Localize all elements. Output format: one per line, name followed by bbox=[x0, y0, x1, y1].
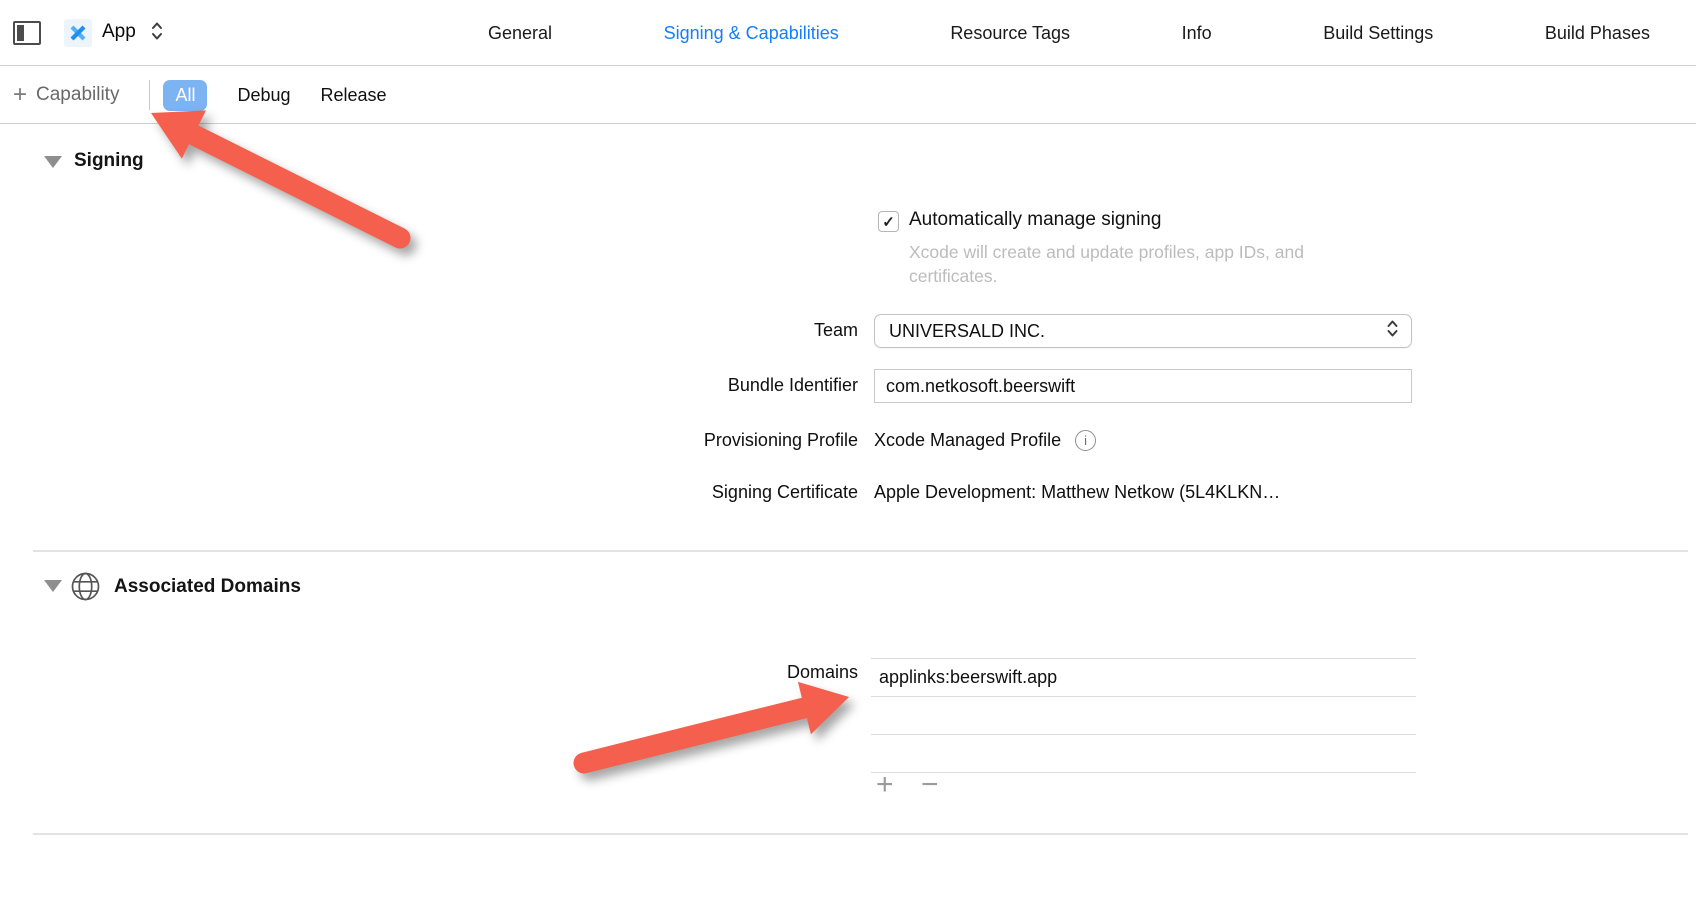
target-selector-chevrons-icon[interactable] bbox=[150, 20, 164, 47]
associated-domains-disclosure-triangle-icon[interactable] bbox=[44, 580, 62, 592]
info-icon[interactable]: i bbox=[1075, 430, 1096, 451]
team-dropdown[interactable]: UNIVERSALD INC. bbox=[874, 314, 1412, 348]
checkmark-icon: ✓ bbox=[882, 213, 895, 231]
project-editor-tabs: General Signing & Capabilities Resource … bbox=[440, 0, 1696, 66]
target-selector-label[interactable]: App bbox=[102, 21, 136, 43]
auto-manage-signing-checkbox[interactable]: ✓ bbox=[878, 211, 899, 232]
bundle-identifier-label: Bundle Identifier bbox=[728, 375, 858, 396]
toolbar: App General Signing & Capabilities Resou… bbox=[0, 0, 1696, 66]
provisioning-profile-value: Xcode Managed Profile bbox=[874, 430, 1061, 451]
signing-disclosure-triangle-icon[interactable] bbox=[44, 156, 62, 168]
team-dropdown-value: UNIVERSALD INC. bbox=[889, 321, 1386, 342]
add-domain-button[interactable]: + bbox=[876, 770, 894, 800]
provisioning-profile-label: Provisioning Profile bbox=[704, 430, 858, 451]
dropdown-chevrons-icon bbox=[1386, 318, 1399, 344]
auto-manage-signing-label[interactable]: Automatically manage signing bbox=[909, 209, 1161, 231]
domain-row[interactable]: applinks:beerswift.app bbox=[871, 659, 1416, 697]
tab-build-phases[interactable]: Build Phases bbox=[1545, 23, 1650, 44]
domains-table: applinks:beerswift.app bbox=[871, 658, 1416, 773]
globe-icon bbox=[70, 571, 101, 607]
add-capability-label: Capability bbox=[36, 84, 119, 106]
associated-domains-section-title: Associated Domains bbox=[114, 576, 301, 598]
filter-all[interactable]: All bbox=[163, 80, 207, 111]
filter-release[interactable]: Release bbox=[321, 85, 387, 106]
section-divider bbox=[33, 833, 1688, 835]
auto-manage-signing-description: Xcode will create and update profiles, a… bbox=[909, 240, 1327, 288]
signing-certificate-value: Apple Development: Matthew Netkow (5L4KL… bbox=[874, 482, 1280, 503]
tab-build-settings[interactable]: Build Settings bbox=[1323, 23, 1433, 44]
domain-row[interactable] bbox=[871, 735, 1416, 773]
sidebar-toggle-icon[interactable] bbox=[13, 21, 41, 45]
bundle-identifier-input[interactable] bbox=[874, 369, 1412, 403]
capability-filter-bar: + Capability All Debug Release bbox=[0, 67, 1696, 124]
domains-label: Domains bbox=[787, 662, 858, 683]
tab-signing-capabilities[interactable]: Signing & Capabilities bbox=[664, 23, 839, 44]
vertical-divider bbox=[149, 80, 150, 110]
team-label: Team bbox=[814, 320, 858, 341]
tab-resource-tags[interactable]: Resource Tags bbox=[950, 23, 1070, 44]
add-capability-button[interactable]: + Capability bbox=[13, 83, 119, 107]
tab-general[interactable]: General bbox=[488, 23, 552, 44]
filter-debug[interactable]: Debug bbox=[237, 85, 290, 106]
domain-row[interactable] bbox=[871, 697, 1416, 735]
section-divider bbox=[33, 550, 1688, 552]
signing-section-title: Signing bbox=[74, 150, 144, 172]
tab-info[interactable]: Info bbox=[1182, 23, 1212, 44]
app-icon[interactable] bbox=[64, 19, 92, 47]
plus-icon: + bbox=[13, 83, 27, 107]
remove-domain-button[interactable]: − bbox=[921, 770, 939, 800]
signing-certificate-label: Signing Certificate bbox=[712, 482, 858, 503]
